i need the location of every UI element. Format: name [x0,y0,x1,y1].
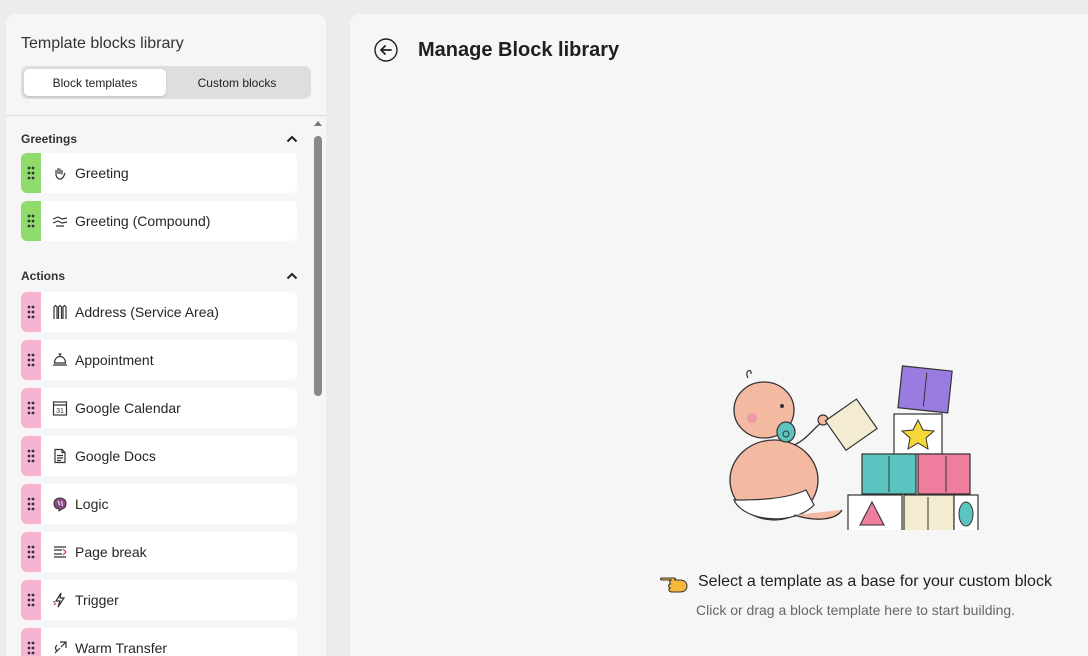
block-item-address-service-area[interactable]: Address (Service Area) [21,292,297,332]
block-item-google-calendar[interactable]: 31 Google Calendar [21,388,297,428]
baby-blocks-illustration [724,350,994,534]
drag-handle-icon[interactable] [21,388,41,428]
empty-state-title-text: Select a template as a base for your cus… [698,573,1052,590]
drag-handle-icon[interactable] [21,580,41,620]
block-item-trigger[interactable]: Trigger [21,580,297,620]
section-label-actions: Actions [21,269,66,283]
waving-hand-icon [51,164,69,182]
drag-handle-icon[interactable] [21,532,41,572]
tab-block-templates[interactable]: Block templates [24,69,166,96]
lightning-icon [51,591,69,609]
scrollbar-thumb[interactable] [314,136,322,396]
sidebar-scrollbar[interactable] [313,118,323,656]
tab-custom-blocks[interactable]: Custom blocks [166,69,308,96]
empty-state-subtitle: Click or drag a block template here to s… [696,602,1016,618]
block-label: Logic [75,496,109,512]
block-label: Address (Service Area) [75,304,219,320]
library-tab-switcher: Block templates Custom blocks [21,66,311,99]
template-blocks-sidebar: Template blocks library Block templates … [6,14,326,656]
block-label: Warm Transfer [75,640,168,656]
handshake-icon [51,212,69,230]
page-title: Manage Block library [418,39,620,61]
block-list[interactable]: Greetings Greeting Greeting (Compound) A… [6,116,326,656]
block-item-warm-transfer[interactable]: Warm Transfer [21,628,297,656]
fence-icon [51,303,69,321]
back-button[interactable] [374,38,398,62]
block-item-page-break[interactable]: Page break [21,532,297,572]
block-label: Trigger [75,592,119,608]
block-label: Google Docs [75,448,156,464]
brain-icon [51,495,69,513]
section-header-actions[interactable]: Actions [21,267,301,285]
document-icon [51,447,69,465]
chevron-up-icon[interactable] [283,267,301,285]
block-label: Page break [75,544,147,560]
svg-text:31: 31 [56,408,64,415]
pointing-hand-icon [660,577,688,593]
drag-handle-icon[interactable] [21,153,41,193]
drag-handle-icon[interactable] [21,340,41,380]
empty-state-title: Select a template as a base for your cus… [660,570,1052,594]
drag-handle-icon[interactable] [21,484,41,524]
section-header-greetings[interactable]: Greetings [21,130,301,148]
block-label: Appointment [75,352,154,368]
chevron-up-icon[interactable] [283,130,301,148]
block-label: Google Calendar [75,400,181,416]
block-item-google-docs[interactable]: Google Docs [21,436,297,476]
scroll-up-arrow-icon[interactable] [314,120,322,128]
drag-handle-icon[interactable] [21,436,41,476]
block-item-greeting-compound[interactable]: Greeting (Compound) [21,201,297,241]
calendar-icon: 31 [51,399,69,417]
drag-handle-icon[interactable] [21,292,41,332]
section-label-greetings: Greetings [21,132,78,146]
block-label: Greeting (Compound) [75,213,211,229]
arrow-left-icon [374,38,398,62]
block-item-greeting[interactable]: Greeting [21,153,297,193]
page-break-icon [51,543,69,561]
drag-handle-icon[interactable] [21,628,41,656]
block-library-main: Manage Block library Select a template a… [350,14,1088,656]
sidebar-title: Template blocks library [21,35,184,52]
phone-transfer-icon [51,639,69,656]
block-item-logic[interactable]: Logic [21,484,297,524]
drag-handle-icon[interactable] [21,201,41,241]
service-bell-icon [51,351,69,369]
block-item-appointment[interactable]: Appointment [21,340,297,380]
block-label: Greeting [75,165,129,181]
